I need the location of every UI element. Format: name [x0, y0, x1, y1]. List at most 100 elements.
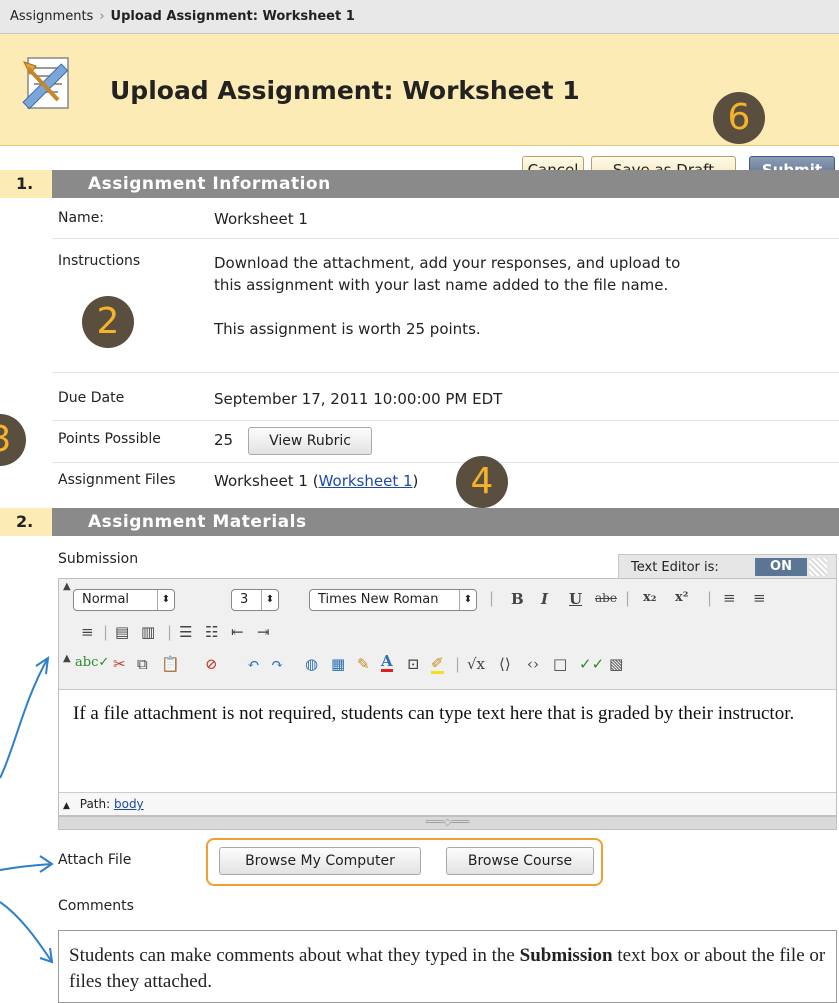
select-arrows-icon: ⬍ [157, 590, 174, 610]
font-family-select[interactable]: Times New Roman ⬍ [309, 589, 477, 611]
divider [52, 238, 839, 239]
section-1-title: Assignment Information [88, 174, 331, 194]
comments-text-1: Students can make comments about what th… [69, 945, 520, 966]
submission-editor: ▲ Normal ⬍ 3 ⬍ Times New Roman ⬍ | B I U ab… [58, 578, 837, 816]
section-2-title: Assignment Materials [88, 512, 307, 532]
path-label: Path: [79, 797, 111, 811]
font-size-select[interactable]: 3 ⬍ [231, 589, 279, 611]
section-1-header: 1. Assignment Information [0, 170, 839, 198]
underline-button[interactable]: U [569, 590, 582, 608]
text-editor-off-state[interactable] [809, 558, 827, 576]
section-2-header: 2. Assignment Materials [0, 508, 839, 536]
callout-4-badge: 4 [456, 456, 508, 508]
indent-icon[interactable]: ⇥ [257, 623, 270, 641]
redo-icon[interactable]: ↷ [271, 655, 284, 673]
callout-3-badge: 3 [0, 414, 26, 466]
assignment-files-text: Worksheet 1 ( [214, 472, 319, 490]
page-title: Upload Assignment: Worksheet 1 [110, 76, 580, 105]
submission-label: Submission [58, 551, 139, 567]
subscript-button[interactable]: x₂ [643, 590, 656, 605]
strikethrough-button[interactable]: abe [595, 591, 617, 605]
editor-resize-handle[interactable]: ═══◇═══ [58, 816, 837, 830]
divider [52, 462, 839, 463]
spellcheck-toggle-icon[interactable]: ✓✓ [579, 655, 604, 673]
toolbar-separator: | [455, 655, 461, 673]
bullet-list-icon[interactable]: ☷ [205, 623, 218, 641]
bold-button[interactable]: B [511, 590, 524, 608]
divider [52, 372, 839, 373]
outdent-icon[interactable]: ⇤ [231, 623, 244, 641]
arrow-to-submission-icon [0, 657, 49, 779]
instructions-line-1: Download the attachment, add your respon… [214, 254, 681, 272]
assignment-files-label: Assignment Files [58, 472, 176, 488]
comments-text-bold: Submission [519, 945, 613, 966]
points-possible-label: Points Possible [58, 431, 161, 447]
breadcrumb-assignments-link[interactable]: Assignments [10, 9, 93, 24]
browse-my-computer-button[interactable]: Browse My Computer [219, 847, 421, 875]
instructions-line-2: this assignment with your last name adde… [214, 276, 669, 294]
align-right-icon[interactable]: ≡ [81, 623, 94, 641]
text-editor-toggle[interactable]: Text Editor is: ON [618, 554, 837, 579]
spellcheck-icon[interactable]: abc✓ [75, 655, 109, 670]
callout-2-badge: 2 [82, 296, 134, 348]
section-2-number: 2. [0, 508, 52, 536]
numbered-list-icon[interactable]: ☰ [179, 623, 192, 641]
instructions-label: Instructions [58, 253, 141, 269]
italic-button[interactable]: I [541, 590, 548, 608]
instructions-line-3: This assignment is worth 25 points. [214, 320, 481, 338]
browse-course-button[interactable]: Browse Course [446, 847, 594, 875]
toolbar-separator: | [489, 589, 495, 607]
align-left-icon[interactable]: ≡ [723, 589, 736, 607]
toolbar-separator: | [167, 623, 173, 641]
assignment-files-close: ) [412, 472, 419, 490]
paste-icon[interactable]: 📋 [161, 655, 180, 673]
html-code-icon[interactable]: ‹› [527, 655, 539, 673]
text-editor-on-state[interactable]: ON [755, 558, 807, 576]
divider [52, 420, 839, 421]
name-value: Worksheet 1 [214, 210, 308, 228]
copy-icon[interactable]: ⧉ [137, 655, 148, 673]
path-body-link[interactable]: body [114, 797, 144, 811]
link-globe-icon[interactable]: ◍ [305, 655, 318, 673]
name-label: Name: [58, 210, 105, 226]
align-center-icon[interactable]: ≡ [753, 589, 766, 607]
remove-format-icon[interactable]: ⊘ [205, 655, 218, 673]
fullscreen-icon[interactable]: □ [553, 655, 567, 673]
collapse-toolbar-icon[interactable]: ▲ [63, 581, 71, 592]
annotation-arrows [0, 655, 54, 964]
insert-media-icon[interactable]: ⊡ [407, 655, 420, 673]
view-rubric-button[interactable]: View Rubric [248, 427, 372, 455]
assignment-icon [22, 57, 69, 110]
embed-icon[interactable]: ⟨⟩ [499, 655, 511, 673]
preview-icon[interactable]: ▧ [609, 655, 623, 673]
superscript-button[interactable]: x² [675, 590, 688, 605]
worksheet-file-link[interactable]: Worksheet 1 [319, 472, 413, 490]
text-color-icon[interactable]: A [381, 653, 393, 672]
breadcrumb-separator: › [99, 9, 105, 24]
math-icon[interactable]: √x [467, 655, 485, 673]
editor-toolbar: ▲ Normal ⬍ 3 ⬍ Times New Roman ⬍ | B I U ab… [59, 579, 836, 690]
cut-icon[interactable]: ✂ [113, 655, 126, 673]
format-select[interactable]: Normal ⬍ [73, 589, 175, 611]
comments-textarea[interactable]: Students can make comments about what th… [58, 930, 837, 1003]
select-arrows-icon: ⬍ [459, 590, 476, 610]
highlight-icon[interactable]: ✐ [431, 655, 444, 674]
due-date-label: Due Date [58, 390, 125, 406]
toolbar-separator: | [707, 589, 713, 607]
page-header: Upload Assignment: Worksheet 1 [0, 34, 839, 146]
paste-word-icon[interactable]: ▥ [141, 623, 155, 641]
pencil-icon[interactable]: ✎ [357, 655, 370, 673]
points-possible-value: 25 [214, 431, 234, 449]
toolbar-separator: | [103, 623, 109, 641]
undo-icon[interactable]: ↶ [247, 655, 260, 673]
paste-text-icon[interactable]: ▤ [115, 623, 129, 641]
select-arrows-icon: ⬍ [261, 590, 278, 610]
editor-path-bar: ▲ Path: body [59, 792, 836, 815]
text-editor-label: Text Editor is: [631, 560, 719, 575]
callout-6-badge: 6 [713, 92, 765, 144]
section-1-number: 1. [0, 170, 52, 198]
table-icon[interactable]: ▦ [331, 655, 345, 673]
breadcrumb: Assignments › Upload Assignment: Worksheet… [0, 0, 839, 34]
arrow-to-comments-icon [0, 901, 53, 963]
submission-text[interactable]: If a file attachment is not required, st… [73, 701, 823, 727]
